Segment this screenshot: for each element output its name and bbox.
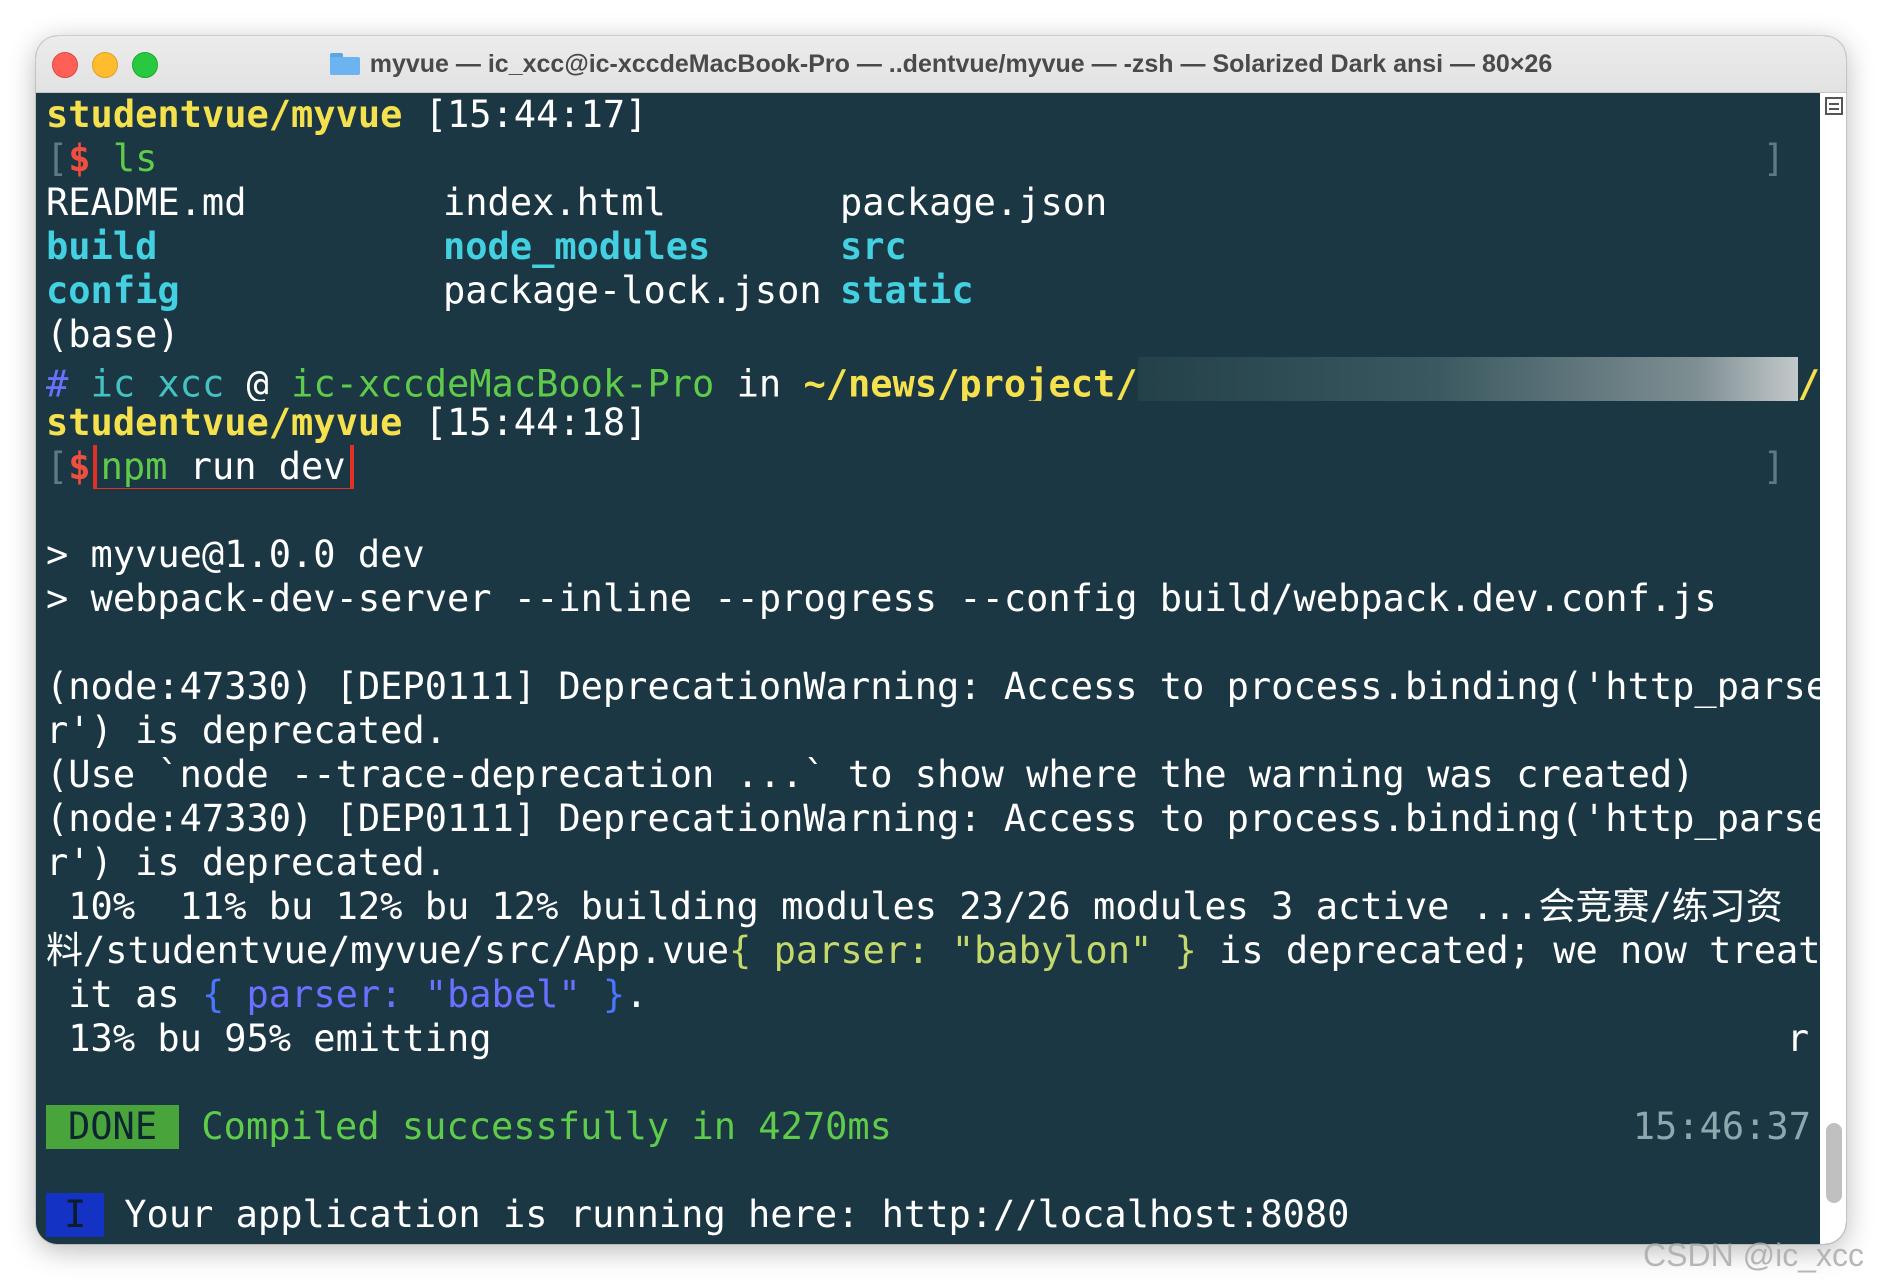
- ls-row: build node_modules src: [46, 225, 1821, 269]
- ls-dir: src: [840, 225, 907, 268]
- prompt-host: ic-xccdeMacBook-Pro: [291, 362, 715, 402]
- bracket-left: [: [46, 445, 69, 488]
- terminal-lines: studentvue/myvue [15:44:17] [$ ls] READM…: [46, 93, 1821, 1237]
- progress-line: 10% 11% bu 12% bu 12% building modules 2…: [46, 885, 1783, 928]
- terminal-window: myvue — ic_xcc@ic-xccdeMacBook-Pro — ..d…: [36, 36, 1846, 1244]
- ls-file: index.html: [443, 181, 666, 224]
- ls-row: config package-lock.json static: [46, 269, 1821, 313]
- split-pane-icon[interactable]: [1825, 97, 1843, 115]
- prompt-symbol: $: [68, 137, 91, 180]
- command-text: ls: [112, 137, 158, 180]
- command-bin: npm: [100, 445, 168, 488]
- progress-text: is deprecated; we now treat: [1196, 929, 1821, 972]
- progress-line: 料/studentvue/myvue/src/App.vue{ parser: …: [46, 929, 1821, 973]
- command-line: [$ ls]: [46, 137, 1821, 181]
- redacted-path-blur: [1137, 357, 1798, 401]
- script-line: > myvue@1.0.0 dev: [46, 533, 425, 576]
- prompt-path: studentvue/myvue: [46, 401, 403, 444]
- progress-path: 料/studentvue/myvue/src/App.vue: [46, 929, 730, 972]
- brace: {: [201, 973, 225, 1016]
- ls-file: package.json: [840, 181, 1108, 224]
- ls-file: README.md: [46, 181, 247, 224]
- ls-file: package-lock.json: [443, 269, 822, 312]
- prompt-in: in: [736, 362, 782, 402]
- prompt-line: studentvue/myvue [15:44:17]: [46, 93, 1821, 137]
- prompt-line: studentvue/myvue [15:44:18]: [46, 401, 1821, 445]
- highlighted-command: npm run dev: [92, 445, 354, 489]
- command-line: [$ npm run dev]: [46, 445, 1821, 489]
- progress-line: it as { parser: "babel" }.: [46, 973, 1821, 1017]
- warning-line: (node:47330) [DEP0111] DeprecationWarnin…: [46, 665, 1821, 708]
- done-badge: DONE: [46, 1105, 180, 1149]
- warning-line: r') is deprecated.: [46, 709, 447, 752]
- scrollbar[interactable]: [1820, 93, 1846, 1244]
- prompt-symbol: $: [68, 445, 91, 488]
- ls-dir: node_modules: [443, 225, 711, 268]
- conda-env-line: (base): [46, 313, 1821, 357]
- ls-dir: config: [46, 269, 180, 312]
- prompt-path-start: ~/news/project/: [803, 362, 1138, 402]
- command-args: run dev: [167, 445, 346, 488]
- progress-text: it as: [46, 973, 202, 1016]
- zsh-prompt-line: # ic_xcc @ ic-xccdeMacBook-Pro in ~/news…: [46, 357, 1821, 401]
- warning-line: (Use `node --trace-deprecation ...` to s…: [46, 753, 1695, 796]
- terminal-content[interactable]: studentvue/myvue [15:44:17] [$ ls] READM…: [36, 93, 1846, 1244]
- bracket-left: [: [46, 137, 69, 180]
- title-bar: myvue — ic_xcc@ic-xccdeMacBook-Pro — ..d…: [36, 36, 1846, 93]
- ls-dir: build: [46, 225, 158, 268]
- progress-text: .: [625, 973, 648, 1016]
- progress-line: 13% bu 95% emitting r: [46, 1017, 1821, 1061]
- warning-line: r') is deprecated.: [46, 841, 447, 884]
- script-line: > webpack-dev-server --inline --progress…: [46, 577, 1717, 620]
- prompt-time: [15:44:17]: [424, 93, 648, 136]
- warning-line: (node:47330) [DEP0111] DeprecationWarnin…: [46, 797, 1821, 840]
- folder-icon: [329, 53, 360, 75]
- prompt-path-end: /: [1797, 362, 1820, 402]
- bracket-right: ]: [1762, 137, 1785, 180]
- progress-emitting: 13% bu 95% emitting: [46, 1017, 492, 1060]
- scrollbar-thumb[interactable]: [1826, 1123, 1842, 1203]
- parser-value: "babel": [402, 973, 581, 1016]
- progress-trailing-char: r: [1786, 1017, 1809, 1060]
- watermark: CSDN @ic_xcc: [1643, 1237, 1864, 1273]
- prompt-hash: #: [46, 362, 69, 402]
- info-line: I Your application is running here: http:…: [46, 1193, 1821, 1237]
- done-time: 15:46:37: [1632, 1105, 1811, 1148]
- conda-env: (base): [46, 313, 180, 356]
- info-badge: I: [46, 1193, 105, 1237]
- ls-dir: static: [840, 269, 974, 312]
- prompt-user: ic_xcc: [90, 362, 225, 402]
- info-message: Your application is running here: http:/…: [124, 1193, 1350, 1236]
- ls-row: README.md index.html package.json: [46, 181, 1821, 225]
- brace: }: [580, 973, 626, 1016]
- done-line: DONE Compiled successfully in 4270ms 15:4…: [46, 1105, 1821, 1149]
- prompt-path: studentvue/myvue: [46, 93, 403, 136]
- prompt-at: @: [246, 362, 269, 402]
- bracket-right: ]: [1762, 445, 1785, 488]
- prompt-time: [15:44:18]: [424, 401, 648, 444]
- progress-old-parser: { parser: "babylon" }: [729, 929, 1197, 972]
- parser-key: parser:: [224, 973, 403, 1016]
- window-title-wrap: myvue — ic_xcc@ic-xccdeMacBook-Pro — ..d…: [36, 36, 1846, 92]
- window-title: myvue — ic_xcc@ic-xccdeMacBook-Pro — ..d…: [369, 49, 1553, 78]
- done-message: Compiled successfully in 4270ms: [201, 1105, 892, 1148]
